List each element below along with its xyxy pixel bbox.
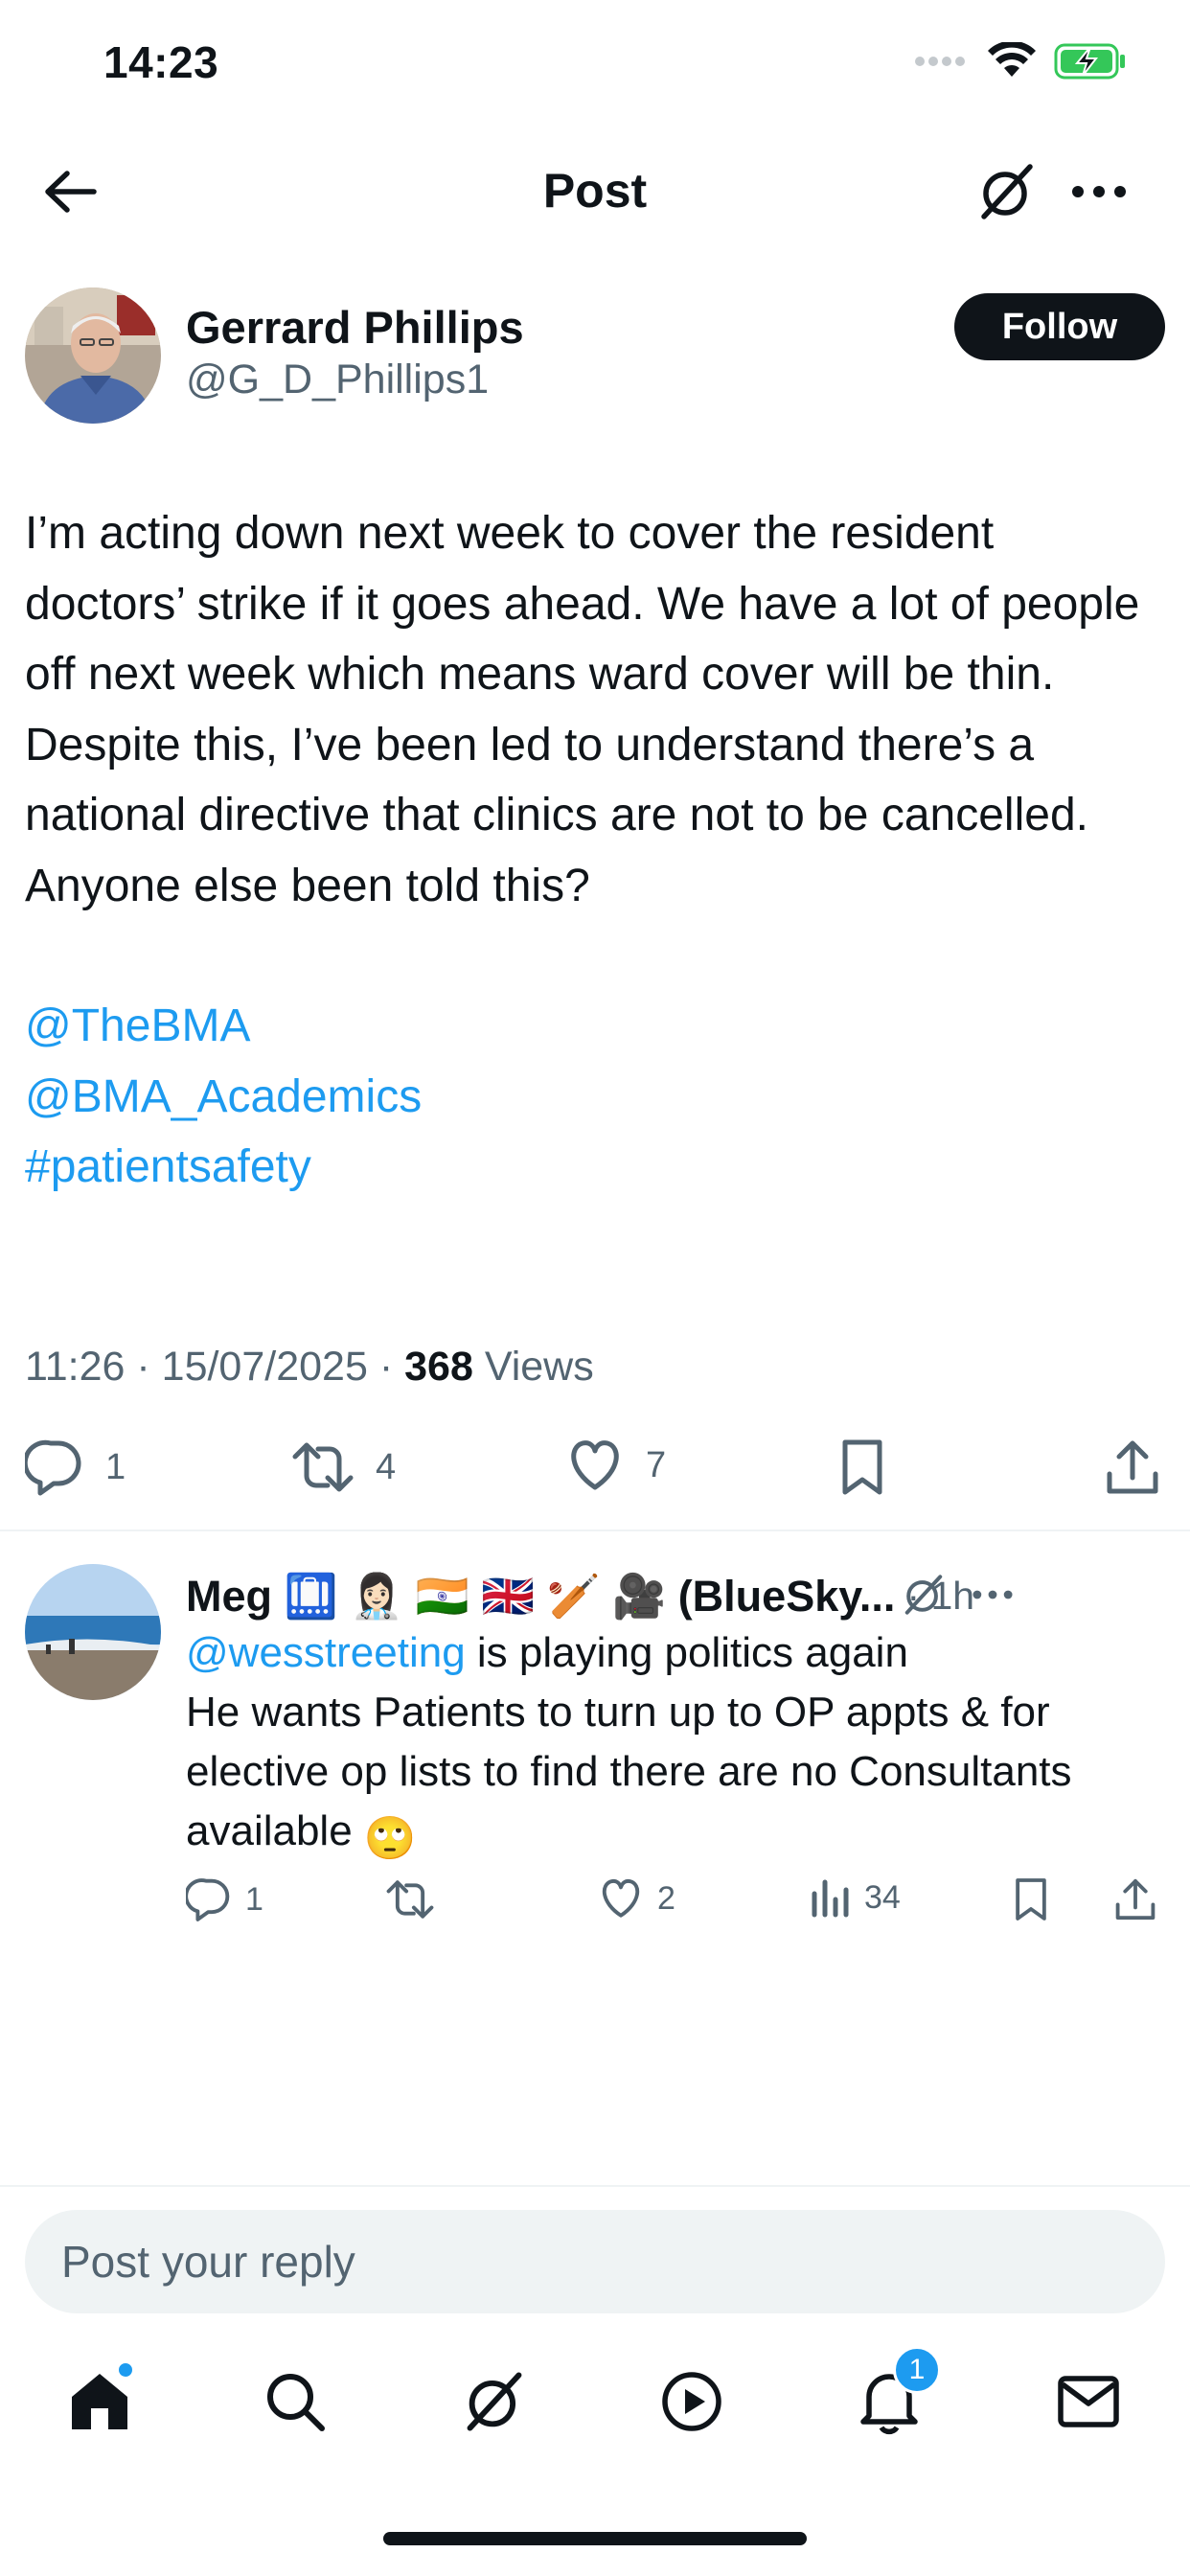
- tab-videos[interactable]: [644, 2354, 740, 2450]
- bookmark-button[interactable]: [837, 1438, 887, 1497]
- reply-text: @wesstreeting is playing politics again …: [186, 1623, 1182, 1869]
- reply-button[interactable]: 1: [25, 1438, 126, 1497]
- mention-link-thebma[interactable]: @TheBMA: [25, 991, 1165, 1062]
- heart-icon: [571, 1440, 619, 1490]
- reply-avatar[interactable]: [25, 1564, 161, 1700]
- tab-home[interactable]: [52, 2354, 148, 2450]
- reply-more-button[interactable]: [964, 1566, 1021, 1623]
- more-icon: [1072, 186, 1126, 197]
- more-button[interactable]: [1062, 159, 1136, 224]
- reply-input[interactable]: [25, 2210, 1165, 2313]
- reply-like-count: 2: [657, 1879, 675, 1917]
- reply-bookmark-button[interactable]: [1012, 1876, 1050, 1922]
- reply-action-bar: 1 2 34: [186, 1876, 1163, 1934]
- play-icon: [662, 2372, 721, 2431]
- reply-views-count: 34: [864, 1878, 901, 1916]
- repost-button[interactable]: 4: [291, 1438, 396, 1497]
- like-button[interactable]: 7: [565, 1438, 666, 1493]
- reply-repost-button[interactable]: [385, 1876, 448, 1922]
- divider: [0, 1530, 1190, 1531]
- reply-post[interactable]: Meg 🛄 👩🏻‍⚕️ 🇮🇳 🇬🇧 🏏 🎥 (BlueSky... · 1h @…: [25, 1564, 1165, 1928]
- bookmark-icon: [842, 1439, 882, 1495]
- tab-search[interactable]: [247, 2354, 343, 2450]
- reply-icon: [25, 1439, 81, 1496]
- reply-reply-button[interactable]: 1: [186, 1876, 263, 1922]
- battery-charging-icon: [1054, 42, 1127, 85]
- post-action-bar: 1 4 7: [25, 1438, 1165, 1505]
- share-icon: [1107, 1440, 1158, 1494]
- grok-icon: [467, 2372, 522, 2431]
- share-icon: [1115, 1878, 1156, 1920]
- author-avatar[interactable]: [25, 288, 161, 424]
- grok-button[interactable]: [970, 157, 1044, 226]
- notification-badge: 1: [893, 2346, 941, 2394]
- repost-icon: [292, 1442, 354, 1492]
- share-button[interactable]: [1104, 1438, 1161, 1497]
- post-body: I’m acting down next week to cover the r…: [25, 498, 1165, 1203]
- wifi-icon: [987, 40, 1037, 85]
- reply-mention-link[interactable]: @wesstreeting: [186, 1629, 466, 1676]
- post-time: 11:26: [25, 1344, 126, 1390]
- reply-icon: [186, 1878, 230, 1921]
- nav-header: Post: [0, 144, 1190, 240]
- post-meta: 11:26 · 15/07/2025 · 368 Views: [25, 1344, 594, 1390]
- hashtag-link-patientsafety[interactable]: #patientsafety: [25, 1132, 1165, 1203]
- bar-chart-icon: [812, 1879, 849, 1918]
- status-icons: [914, 40, 1127, 85]
- search-icon: [267, 2374, 325, 2431]
- post-views-count[interactable]: 368: [404, 1344, 473, 1390]
- status-bar: 14:23: [0, 0, 1190, 126]
- more-icon: [973, 1590, 1013, 1599]
- heart-icon: [602, 1878, 640, 1918]
- author-handle[interactable]: @G_D_Phillips1: [186, 356, 489, 403]
- tab-messages[interactable]: [1041, 2354, 1136, 2450]
- tab-notifications[interactable]: 1: [841, 2346, 941, 2450]
- reply-reply-count: 1: [245, 1880, 263, 1918]
- mail-icon: [1058, 2376, 1119, 2427]
- repost-icon: [386, 1880, 434, 1919]
- divider: [0, 2185, 1190, 2187]
- reply-views-button[interactable]: 34: [809, 1876, 901, 1919]
- repost-count: 4: [376, 1446, 397, 1487]
- reply-grok-button[interactable]: [895, 1566, 952, 1623]
- post-text: I’m acting down next week to cover the r…: [25, 508, 1140, 911]
- reply-like-button[interactable]: 2: [598, 1876, 675, 1920]
- bottom-tab-bar: 1: [0, 2346, 1190, 2459]
- post-links: @TheBMA @BMA_Academics #patientsafety: [25, 991, 1165, 1203]
- post-author: Gerrard Phillips @G_D_Phillips1 Follow: [25, 288, 1165, 431]
- reply-author-name[interactable]: Meg 🛄 👩🏻‍⚕️ 🇮🇳 🇬🇧 🏏 🎥 (BlueSky...: [186, 1571, 895, 1622]
- status-time: 14:23: [103, 37, 219, 87]
- home-indicator[interactable]: [383, 2532, 807, 2545]
- grok-icon: [904, 1575, 943, 1615]
- eye-roll-emoji: 🙄: [363, 1815, 417, 1862]
- home-unread-dot: [117, 2361, 134, 2379]
- post-views-label: Views: [484, 1344, 594, 1390]
- reply-share-button[interactable]: [1113, 1876, 1157, 1922]
- author-name[interactable]: Gerrard Phillips: [186, 301, 524, 354]
- mention-link-bma-academics[interactable]: @BMA_Academics: [25, 1062, 1165, 1133]
- post-date: 15/07/2025: [161, 1344, 368, 1390]
- like-count: 7: [646, 1444, 667, 1485]
- tab-grok[interactable]: [446, 2354, 542, 2450]
- reply-compose[interactable]: [25, 2210, 1165, 2313]
- grok-icon: [981, 164, 1033, 219]
- follow-button[interactable]: Follow: [954, 293, 1165, 360]
- bookmark-icon: [1016, 1878, 1046, 1920]
- reply-count: 1: [105, 1446, 126, 1487]
- signal-dots-icon: [914, 54, 970, 74]
